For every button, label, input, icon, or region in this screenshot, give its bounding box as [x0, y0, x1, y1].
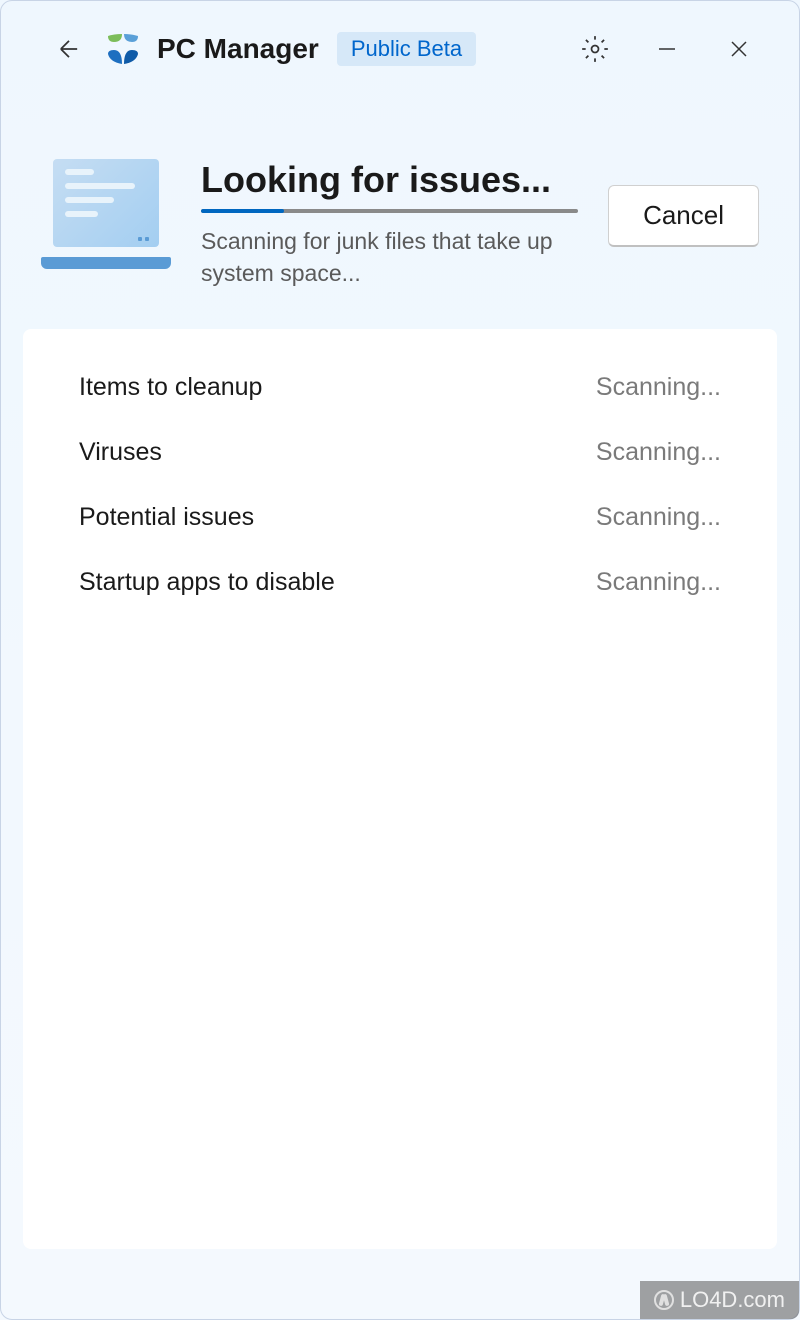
scan-item: Viruses Scanning...	[79, 420, 721, 485]
back-button[interactable]	[49, 29, 89, 69]
minimize-icon	[655, 37, 679, 61]
scan-progress-bar	[201, 209, 578, 213]
watermark-text: LO4D.com	[680, 1287, 785, 1313]
watermark: LO4D.com	[640, 1281, 799, 1319]
close-button[interactable]	[719, 29, 759, 69]
scan-item: Items to cleanup Scanning...	[79, 355, 721, 420]
scan-header: Looking for issues... Scanning for junk …	[1, 89, 799, 329]
scan-item: Potential issues Scanning...	[79, 485, 721, 550]
scan-item-label: Viruses	[79, 438, 162, 467]
settings-button[interactable]	[575, 29, 615, 69]
scan-info: Looking for issues... Scanning for junk …	[201, 159, 578, 289]
watermark-logo-icon	[654, 1290, 674, 1310]
scan-item-label: Potential issues	[79, 503, 254, 532]
scan-item-status: Scanning...	[596, 373, 721, 402]
scan-results-panel: Items to cleanup Scanning... Viruses Sca…	[23, 329, 777, 1249]
titlebar: PC Manager Public Beta	[1, 1, 799, 89]
app-logo-icon	[105, 31, 141, 67]
scan-item-status: Scanning...	[596, 503, 721, 532]
cancel-button[interactable]: Cancel	[608, 185, 759, 247]
gear-icon	[581, 35, 609, 63]
scan-subtitle: Scanning for junk files that take up sys…	[201, 225, 578, 289]
scan-item-status: Scanning...	[596, 438, 721, 467]
scan-item-label: Startup apps to disable	[79, 568, 335, 597]
close-icon	[727, 37, 751, 61]
scan-title: Looking for issues...	[201, 159, 578, 201]
scan-progress-fill	[201, 209, 284, 213]
window-controls	[575, 29, 759, 69]
app-title: PC Manager	[157, 33, 319, 65]
beta-badge: Public Beta	[337, 32, 476, 66]
scan-item-label: Items to cleanup	[79, 373, 262, 402]
minimize-button[interactable]	[647, 29, 687, 69]
scan-laptop-icon	[41, 159, 171, 269]
scan-item-status: Scanning...	[596, 568, 721, 597]
scan-item: Startup apps to disable Scanning...	[79, 550, 721, 615]
back-arrow-icon	[55, 35, 83, 63]
